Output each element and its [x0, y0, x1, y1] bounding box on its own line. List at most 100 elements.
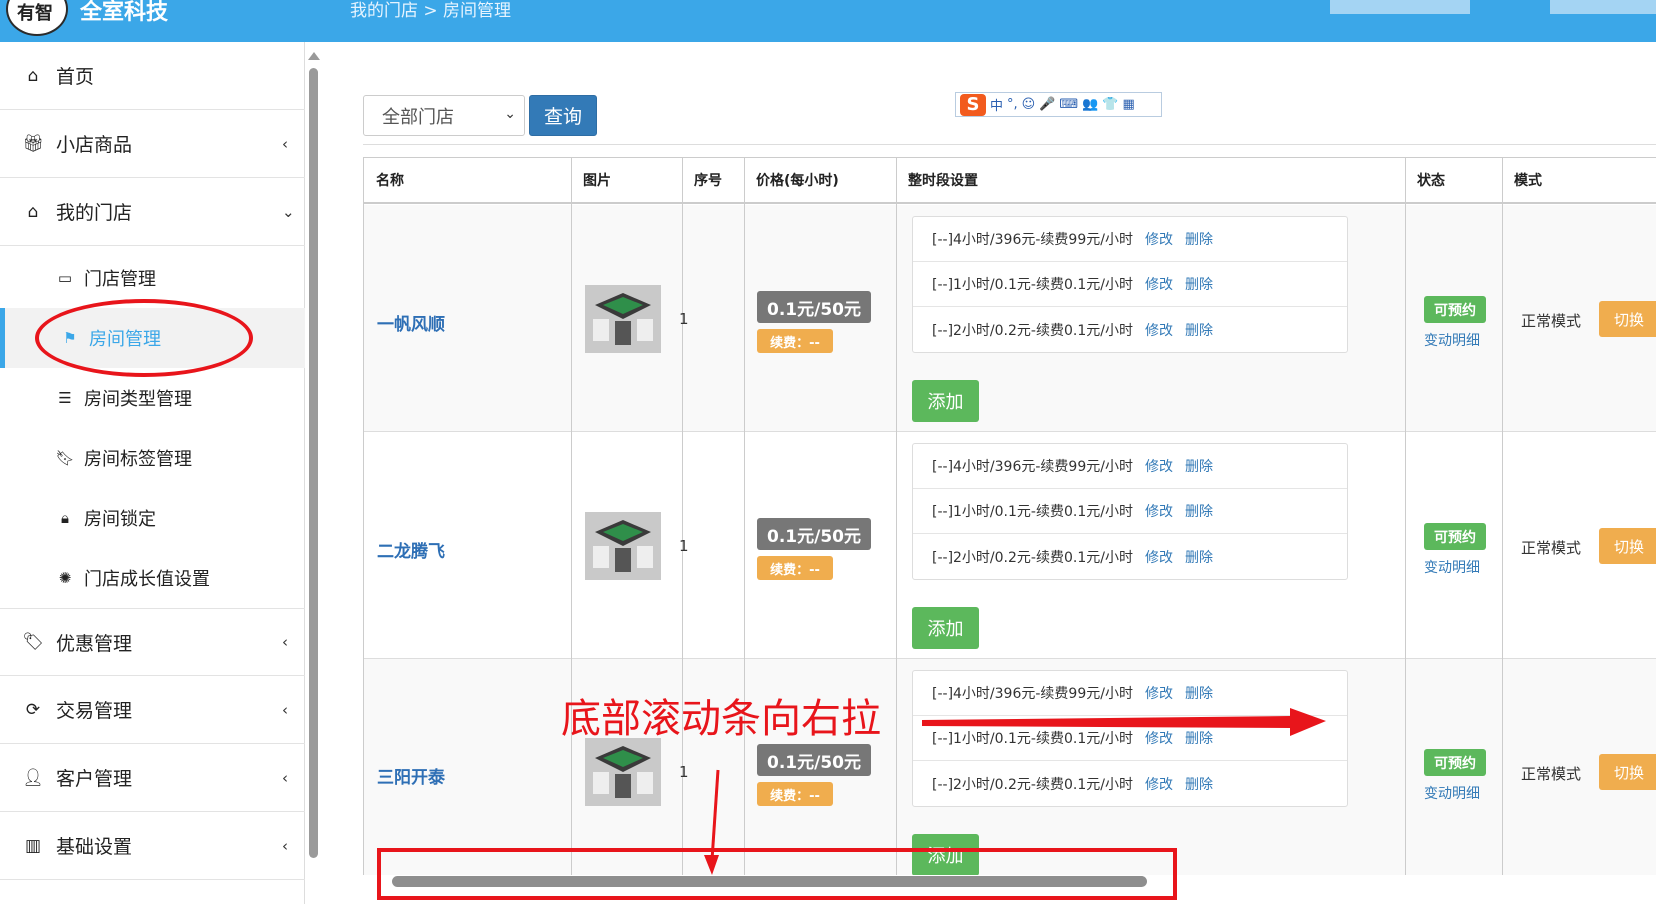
delete-slot-link[interactable]: 删除 — [1185, 229, 1213, 249]
sidebar-item-home[interactable]: ⌂ 首页 — [0, 42, 305, 110]
fee-badge: 续费：-- — [757, 329, 833, 353]
column-divider — [744, 158, 745, 875]
slot-text: [--]4小时/396元-续费99元/小时 — [932, 686, 1133, 702]
sidebar-item-label: 交易管理 — [56, 700, 133, 722]
delete-slot-link[interactable]: 删除 — [1185, 320, 1213, 340]
column-header-image: 图片 — [571, 158, 682, 204]
sidebar-item-shop-products[interactable]: 🎁︎ 小店商品 ‹ — [0, 110, 305, 178]
barcode-icon: ▥ — [24, 835, 42, 856]
sidebar-item-basic-settings[interactable]: ▥ 基础设置 ‹ — [0, 812, 305, 880]
logo-text: 有智 — [17, 3, 53, 24]
price-badge: 0.1元/50元 — [757, 291, 871, 323]
scroll-up-arrow-icon[interactable] — [308, 52, 320, 60]
sidebar-subitem-growth-settings[interactable]: ✺ 门店成长值设置 — [0, 548, 305, 608]
sidebar-item-label: 首页 — [56, 66, 95, 88]
room-thumbnail — [585, 512, 661, 580]
switch-mode-button[interactable]: 切换 — [1599, 528, 1656, 564]
sidebar-scrollbar[interactable] — [308, 52, 320, 858]
edit-slot-link[interactable]: 修改 — [1145, 274, 1173, 294]
change-details-link[interactable]: 变动明细 — [1424, 557, 1480, 577]
change-details-link[interactable]: 变动明细 — [1424, 783, 1480, 803]
mode-text: 正常模式 — [1521, 765, 1582, 783]
edit-slot-link[interactable]: 修改 — [1145, 547, 1173, 567]
slot-item: [--]1小时/0.1元-续费0.1元/小时 修改 删除 — [913, 716, 1347, 761]
sidebar-scrollbar-thumb[interactable] — [309, 68, 318, 858]
delete-slot-link[interactable]: 删除 — [1185, 456, 1213, 476]
edit-slot-link[interactable]: 修改 — [1145, 229, 1173, 249]
ime-keyboard-icon[interactable]: ⌨ — [1059, 97, 1078, 112]
mahjong-table-image — [585, 512, 661, 580]
slot-item: [--]4小时/396元-续费99元/小时 修改 删除 — [913, 671, 1347, 716]
room-seq: 1 — [679, 310, 689, 328]
chevron-down-icon: ⌄ — [282, 202, 295, 221]
ime-emoji-icon[interactable]: ☺ — [1022, 97, 1036, 112]
delete-slot-link[interactable]: 删除 — [1185, 683, 1213, 703]
edit-slot-link[interactable]: 修改 — [1145, 320, 1173, 340]
edit-slot-link[interactable]: 修改 — [1145, 774, 1173, 794]
add-slot-button[interactable]: 添加 — [912, 380, 979, 422]
sidebar-subitem-room-tag[interactable]: 🔖︎ 房间标签管理 — [0, 428, 305, 488]
switch-mode-button[interactable]: 切换 — [1599, 754, 1656, 790]
ime-toolbar[interactable]: S 中 °, ☺ 🎤 ⌨ 👥 👕 ▦ — [955, 92, 1162, 117]
lock-icon: 🔒︎ — [61, 509, 69, 527]
header-blurred-area — [1330, 0, 1470, 14]
sidebar-item-promotions[interactable]: 🏷︎ 优惠管理 ‹ — [0, 608, 305, 676]
ime-voice-icon[interactable]: 🎤 — [1039, 97, 1055, 112]
sidebar-item-customers[interactable]: 👤︎ 客户管理 ‹ — [0, 744, 305, 812]
add-slot-button[interactable]: 添加 — [912, 607, 979, 649]
room-thumbnail — [585, 738, 661, 806]
edit-slot-link[interactable]: 修改 — [1145, 501, 1173, 521]
delete-slot-link[interactable]: 删除 — [1185, 274, 1213, 294]
slot-item: [--]4小时/396元-续费99元/小时 修改 删除 — [913, 444, 1347, 489]
column-divider — [1405, 158, 1406, 875]
column-header-name: 名称 — [364, 158, 571, 204]
sidebar-subitem-room-lock[interactable]: 🔒︎ 房间锁定 — [0, 488, 305, 548]
slot-item: [--]2小时/0.2元-续费0.1元/小时 修改 删除 — [913, 761, 1347, 806]
column-header-status: 状态 — [1405, 158, 1502, 204]
sidebar-item-label: 优惠管理 — [56, 632, 133, 655]
edit-slot-link[interactable]: 修改 — [1145, 728, 1173, 748]
fee-badge: 续费：-- — [757, 782, 833, 806]
store-select-value: 全部门店 — [382, 106, 454, 128]
top-header: 有智 全室科技 我的门店 > 房间管理 — [0, 0, 1656, 42]
price-badge: 0.1元/50元 — [757, 744, 871, 776]
delete-slot-link[interactable]: 删除 — [1185, 728, 1213, 748]
annotation-text: 底部滚动条向右拉 — [561, 696, 881, 742]
edit-slot-link[interactable]: 修改 — [1145, 683, 1173, 703]
mahjong-table-image — [585, 738, 661, 806]
delete-slot-link[interactable]: 删除 — [1185, 501, 1213, 521]
slot-list: [--]4小时/396元-续费99元/小时 修改 删除 [--]1小时/0.1元-续… — [912, 670, 1348, 807]
column-header-price: 价格(每小时) — [744, 158, 896, 204]
room-thumbnail — [585, 285, 661, 353]
refresh-icon: ⟳ — [25, 699, 41, 720]
ime-grid-icon[interactable]: ▦ — [1123, 97, 1135, 112]
change-details-link[interactable]: 变动明细 — [1424, 330, 1480, 350]
sidebar-item-my-store[interactable]: ⌂ 我的门店 ⌄ — [0, 178, 305, 246]
room-name-link[interactable]: 一帆风顺 — [377, 310, 445, 335]
delete-slot-link[interactable]: 删除 — [1185, 774, 1213, 794]
ime-users-icon[interactable]: 👥 — [1082, 97, 1098, 112]
column-divider — [571, 158, 572, 875]
delete-slot-link[interactable]: 删除 — [1185, 547, 1213, 567]
mahjong-table-image — [585, 285, 661, 353]
sidebar-subitem-room-type[interactable]: ☰ 房间类型管理 — [0, 368, 305, 428]
room-name-link[interactable]: 三阳开泰 — [377, 763, 445, 788]
room-name-link[interactable]: 二龙腾飞 — [377, 537, 445, 562]
bookmark-icon: 🔖︎ — [55, 449, 75, 467]
ime-logo-icon[interactable]: S — [960, 93, 986, 116]
fee-badge: 续费：-- — [757, 556, 833, 580]
divider — [363, 144, 1656, 145]
ime-skin-icon[interactable]: 👕 — [1102, 97, 1118, 112]
query-button[interactable]: 查询 — [529, 95, 597, 136]
edit-slot-link[interactable]: 修改 — [1145, 456, 1173, 476]
ime-punctuation-icon[interactable]: °, — [1007, 97, 1018, 112]
ime-chinese-icon[interactable]: 中 — [990, 95, 1003, 114]
store-select[interactable]: 全部门店 ⌄ — [363, 95, 525, 136]
sidebar-subitem-label: 房间标签管理 — [84, 449, 192, 470]
sidebar: ⌂ 首页 🎁︎ 小店商品 ‹ ⌂ 我的门店 ⌄ ▭ 门店管理 ⚑ 房间管理 ☰ … — [0, 42, 305, 904]
sidebar-item-transactions[interactable]: ⟳ 交易管理 ‹ — [0, 676, 305, 744]
user-icon: 👤︎ — [22, 767, 44, 788]
mode-text: 正常模式 — [1521, 312, 1582, 330]
switch-mode-button[interactable]: 切换 — [1599, 301, 1656, 337]
chevron-left-icon: ‹ — [282, 633, 288, 651]
